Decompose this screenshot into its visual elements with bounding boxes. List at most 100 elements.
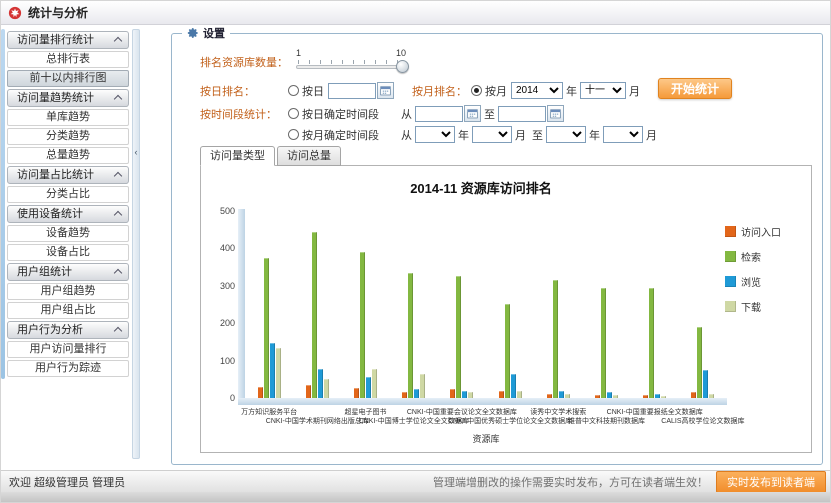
chart-box: 2014-11 资源库访问排名 0100200300400500 万方知识服务平…: [200, 165, 812, 453]
slider-label: 排名资源库数量：: [200, 54, 288, 70]
sidebar-section-header[interactable]: 访问量占比统计: [7, 166, 129, 184]
sidebar-item[interactable]: 设备趋势: [7, 225, 129, 242]
daily-radio[interactable]: [288, 85, 299, 96]
sidebar-section-label: 访问量占比统计: [17, 167, 94, 184]
sidebar-item[interactable]: 总量趋势: [7, 147, 129, 164]
period-from-calendar-button[interactable]: [464, 105, 481, 122]
bar-group: [258, 258, 281, 398]
publish-button[interactable]: 实时发布到读者端: [716, 471, 826, 493]
bar: [499, 391, 504, 398]
legend-item: 访问入口: [725, 224, 807, 239]
bar: [709, 394, 714, 398]
sidebar-section-header[interactable]: 使用设备统计: [7, 205, 129, 223]
bar: [643, 395, 648, 398]
daily-date-input[interactable]: [328, 83, 376, 99]
sidebar-item[interactable]: 用户组占比: [7, 302, 129, 319]
calendar-icon: [550, 108, 561, 119]
period-monthly-radio[interactable]: [288, 129, 299, 140]
period-daily-label: 按日确定时间段: [302, 106, 394, 122]
slider-row: 排名资源库数量： 1 10: [200, 48, 406, 74]
bar: [703, 370, 708, 398]
bar: [366, 377, 371, 398]
bar: [655, 394, 660, 398]
slider-handle[interactable]: [396, 60, 409, 73]
collapse-strip[interactable]: ‹: [132, 29, 140, 459]
bar: [324, 379, 329, 398]
tab-active[interactable]: 访问量类型: [200, 146, 275, 166]
pm-year-suffix: 年: [589, 127, 600, 143]
sidebar-item[interactable]: 用户访问量排行: [7, 341, 129, 358]
period-to-calendar-button[interactable]: [547, 105, 564, 122]
y-tick-label: 300: [207, 281, 235, 291]
plot-area: 0100200300400500: [245, 211, 727, 398]
start-statistics-button[interactable]: 开始统计: [658, 78, 732, 99]
bar-group: [547, 280, 570, 398]
bar: [264, 258, 269, 398]
sidebar-section-label: 使用设备统计: [17, 206, 83, 223]
sidebar-section-header[interactable]: 访问量排行统计: [7, 31, 129, 49]
period-daily-radio[interactable]: [288, 108, 299, 119]
x-axis-wall: [238, 398, 727, 405]
rank-mode-row: 按日排名： 按日 按月排名： 按月 2014 年: [200, 82, 643, 99]
scrollbar[interactable]: [1, 29, 5, 379]
period-monthly-from-year-select[interactable]: [415, 126, 455, 143]
sidebar-item[interactable]: 设备占比: [7, 244, 129, 261]
period-monthly-to-month-select[interactable]: [603, 126, 643, 143]
top-header: 统计与分析: [1, 1, 830, 25]
period-monthly-from-month-select[interactable]: [472, 126, 512, 143]
sidebar-item[interactable]: 前十以内排行图: [7, 70, 129, 87]
slider-track[interactable]: [296, 65, 406, 69]
bar: [697, 327, 702, 398]
chart-title: 2014-11 资源库访问排名: [201, 178, 761, 197]
sidebar-section-header[interactable]: 用户行为分析: [7, 321, 129, 339]
y-axis-wall: [238, 209, 245, 405]
sidebar-item[interactable]: 总排行表: [7, 51, 129, 68]
sidebar-section-header[interactable]: 访问量趋势统计: [7, 89, 129, 107]
rank-slider[interactable]: 1 10: [296, 48, 406, 74]
period-daily-from-label: 从: [401, 106, 412, 122]
legend-label: 检索: [741, 249, 761, 264]
sidebar-item[interactable]: 单库趋势: [7, 109, 129, 126]
slider-ticks: [298, 60, 404, 64]
sidebar-section-label: 用户行为分析: [17, 322, 83, 339]
sidebar-section-header[interactable]: 用户组统计: [7, 263, 129, 281]
bar: [505, 304, 510, 398]
y-tick-label: 500: [207, 206, 235, 216]
bar: [607, 392, 612, 398]
year-select[interactable]: 2014: [511, 82, 563, 99]
legend-item: 浏览: [725, 274, 807, 289]
monthly-radio[interactable]: [471, 85, 482, 96]
period-monthly-label: 按月确定时间段: [302, 127, 394, 143]
y-tick-label: 100: [207, 356, 235, 366]
sidebar-item[interactable]: 用户组趋势: [7, 283, 129, 300]
chevron-up-icon: [114, 95, 122, 103]
slider-min: 1: [296, 48, 301, 58]
sidebar: 访问量排行统计总排行表前十以内排行图访问量趋势统计单库趋势分类趋势总量趋势访问量…: [7, 29, 129, 377]
bar: [420, 374, 425, 398]
pm-year-suffix: 年: [458, 127, 469, 143]
period-monthly-to-year-select[interactable]: [546, 126, 586, 143]
bar: [354, 388, 359, 398]
period-monthly-to-label: 至: [532, 127, 543, 143]
sidebar-item[interactable]: 分类趋势: [7, 128, 129, 145]
sidebar-section-label: 用户组统计: [17, 264, 72, 281]
bar: [414, 389, 419, 398]
sidebar-item[interactable]: 用户行为踪迹: [7, 360, 129, 377]
bar: [565, 394, 570, 398]
period-daily-to-input[interactable]: [498, 106, 546, 122]
tab[interactable]: 访问总量: [277, 146, 341, 166]
x-axis-title: 资源库: [245, 432, 727, 445]
bar: [372, 369, 377, 398]
bar: [306, 385, 311, 398]
bar: [595, 395, 600, 398]
legend-swatch: [725, 251, 736, 262]
bar: [691, 392, 696, 398]
page-title: 统计与分析: [28, 4, 88, 21]
daily-calendar-button[interactable]: [377, 82, 394, 99]
bar: [450, 389, 455, 398]
period-label: 按时间段统计：: [200, 106, 288, 122]
legend-swatch: [725, 301, 736, 312]
period-daily-from-input[interactable]: [415, 106, 463, 122]
sidebar-item[interactable]: 分类占比: [7, 186, 129, 203]
month-select[interactable]: 十一: [580, 82, 626, 99]
